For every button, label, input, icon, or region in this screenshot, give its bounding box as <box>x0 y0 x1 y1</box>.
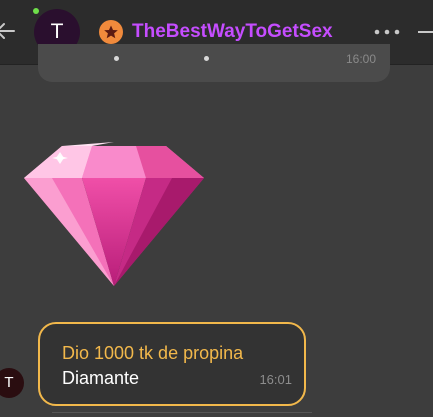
gift-name: Diamante <box>62 368 140 388</box>
contact-username[interactable]: TheBestWayToGetSex <box>132 20 333 44</box>
tip-message-text: Dio 1000 tk de propina <box>62 343 244 363</box>
previous-message-time: 16:00 <box>345 52 376 66</box>
previous-message-fragment <box>204 56 209 61</box>
tip-message-bubble: Dio 1000 tk de propina Diamante 16:01 <box>38 322 306 406</box>
sender-avatar[interactable]: T <box>0 368 24 398</box>
star-icon <box>104 25 118 39</box>
diamond-sticker <box>24 142 204 286</box>
online-status-dot <box>33 8 39 14</box>
previous-message-fragment <box>114 56 119 61</box>
minimize-icon[interactable] <box>418 31 433 33</box>
back-arrow-icon[interactable] <box>0 20 16 42</box>
tip-message-time: 16:01 <box>259 372 292 387</box>
previous-message-bubble: 16:00 <box>38 44 390 82</box>
next-message-edge <box>52 412 312 417</box>
chat-window: T TheBestWayToGetSex 16:00 Dio 1000 tk d… <box>0 0 433 417</box>
user-role-badge <box>99 20 123 44</box>
more-options-icon[interactable] <box>374 29 400 35</box>
